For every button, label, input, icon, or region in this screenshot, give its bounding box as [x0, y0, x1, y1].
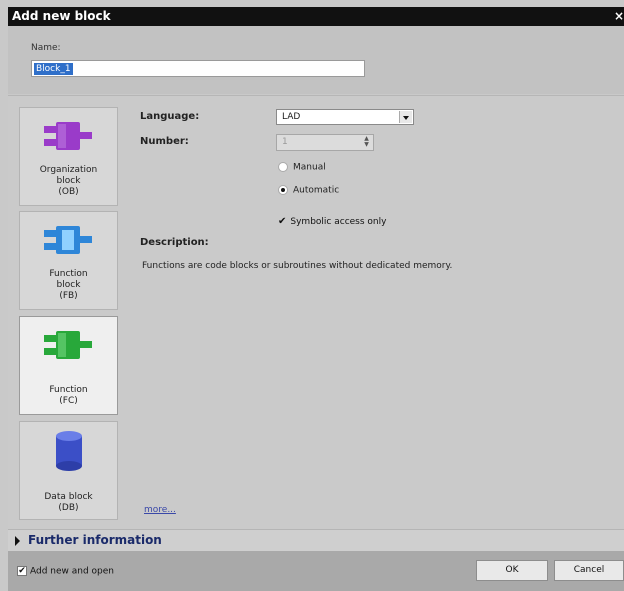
- function-label: Function (FC): [49, 385, 88, 406]
- function-icon: [44, 331, 92, 359]
- symbolic-access-checkbox[interactable]: ✔: [278, 216, 286, 227]
- block-type-function-block[interactable]: Function block (FB): [19, 211, 118, 310]
- number-stepper: ▲ ▼: [361, 136, 372, 149]
- function-block-icon: [44, 226, 92, 254]
- name-label: Name:: [31, 43, 61, 53]
- manual-radio[interactable]: [278, 162, 288, 172]
- expand-arrow-icon[interactable]: [15, 536, 20, 546]
- dialog-title-bar: Add new block ×: [8, 7, 624, 26]
- function-block-label: Function block (FB): [49, 269, 88, 301]
- manual-radio-label: Manual: [293, 162, 326, 173]
- number-label: Number:: [140, 136, 189, 147]
- symbolic-access-row[interactable]: ✔ Symbolic access only: [278, 216, 386, 227]
- description-label: Description:: [140, 237, 209, 248]
- data-block-icon: [56, 431, 82, 471]
- data-block-label: Data block (DB): [44, 492, 93, 513]
- organization-block-icon: [44, 122, 92, 150]
- main-panel: Organization block (OB) Function block (…: [8, 95, 624, 530]
- add-new-and-open-row[interactable]: ✔ Add new and open: [17, 566, 114, 577]
- further-information-label: Further information: [28, 533, 162, 547]
- block-type-data-block[interactable]: Data block (DB): [19, 421, 118, 520]
- language-label: Language:: [140, 111, 200, 122]
- automatic-radio-row[interactable]: Automatic: [278, 185, 339, 196]
- ok-button[interactable]: OK: [476, 560, 548, 581]
- further-information-toggle[interactable]: Further information: [8, 529, 624, 551]
- more-link[interactable]: more...: [144, 505, 176, 515]
- chevron-down-icon[interactable]: [399, 111, 412, 123]
- spin-down-icon: ▼: [364, 141, 369, 148]
- block-type-function[interactable]: Function (FC): [19, 316, 118, 415]
- automatic-radio-label: Automatic: [293, 185, 340, 196]
- description-text: Functions are code blocks or subroutines…: [142, 261, 453, 271]
- manual-radio-row[interactable]: Manual: [278, 162, 326, 173]
- name-input-value[interactable]: Block_1: [34, 63, 73, 75]
- dialog-title: Add new block: [12, 9, 111, 23]
- organization-block-label: Organization block (OB): [39, 165, 98, 197]
- add-new-and-open-checkbox[interactable]: ✔: [17, 566, 27, 576]
- cancel-button[interactable]: Cancel: [554, 560, 624, 581]
- add-new-and-open-label: Add new and open: [30, 566, 115, 577]
- language-value: LAD: [282, 112, 301, 122]
- number-field: 1 ▲ ▼: [276, 134, 374, 151]
- number-value: 1: [282, 137, 288, 147]
- dialog-footer: ✔ Add new and open OK Cancel: [8, 551, 624, 591]
- close-icon[interactable]: ×: [614, 7, 624, 26]
- block-type-organization-block[interactable]: Organization block (OB): [19, 107, 118, 206]
- name-section: Name: Block_1: [8, 26, 624, 94]
- language-select[interactable]: LAD: [276, 109, 414, 125]
- symbolic-access-label: Symbolic access only: [290, 217, 387, 227]
- automatic-radio[interactable]: [278, 185, 288, 195]
- name-input[interactable]: Block_1: [31, 60, 365, 77]
